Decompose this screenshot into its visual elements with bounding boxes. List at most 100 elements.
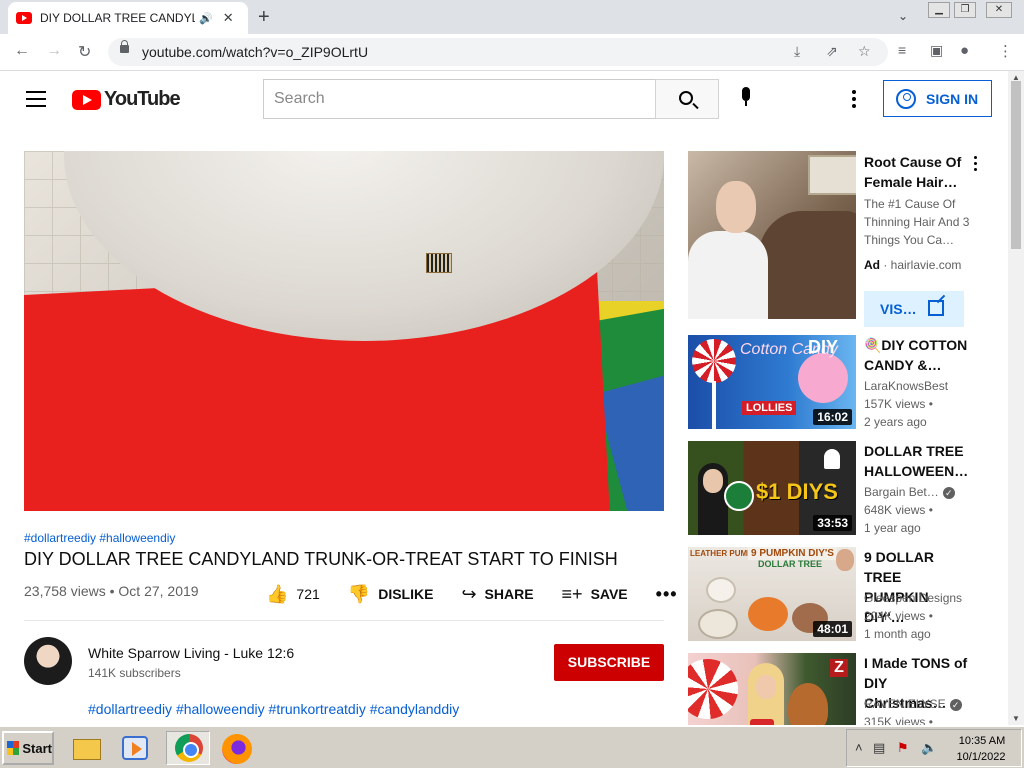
minimize-window-icon[interactable]: ▁ xyxy=(928,2,950,18)
video-player[interactable] xyxy=(24,151,664,511)
lock-icon[interactable] xyxy=(120,40,129,53)
recommended-video-channel[interactable]: Gleespen Designs xyxy=(864,591,962,605)
thumbs-up-icon: 👍 xyxy=(266,583,289,604)
url-text[interactable]: youtube.com/watch?v=o_ZIP9OLrtU xyxy=(142,44,368,60)
chrome-taskbar-icon[interactable] xyxy=(166,731,210,765)
new-tab-icon[interactable]: + xyxy=(258,6,270,29)
clock-date[interactable]: 10/1/2022 xyxy=(951,751,1011,763)
recommended-video[interactable]: LEATHER PUMPKIN 9 PUMPKIN DIY'S DOLLAR T… xyxy=(688,547,988,641)
channel-avatar[interactable] xyxy=(24,637,72,685)
bookmark-star-icon[interactable]: ☆ xyxy=(858,43,871,60)
ad-source: Ad · hairlavie.com xyxy=(864,258,962,272)
microphone-icon[interactable] xyxy=(740,87,752,111)
scroll-down-arrow-icon[interactable]: ▼ xyxy=(1012,714,1020,723)
chrome-menu-icon[interactable]: ⋮ xyxy=(998,42,1013,60)
restore-window-icon[interactable]: ❐ xyxy=(954,2,976,18)
verified-badge-icon: ✓ xyxy=(942,487,955,499)
save-button[interactable]: ≡+ SAVE xyxy=(562,584,628,605)
forward-icon[interactable]: → xyxy=(46,42,62,60)
sign-in-label: SIGN IN xyxy=(926,90,979,107)
start-button[interactable]: Start xyxy=(2,731,54,765)
install-icon[interactable]: ⤓ xyxy=(794,43,800,60)
video-title: DIY DOLLAR TREE CANDYLAND TRUNK-OR-TREAT… xyxy=(24,549,618,569)
clock-time[interactable]: 10:35 AM xyxy=(957,735,1007,747)
subscribe-button[interactable]: SUBSCRIBE xyxy=(554,644,664,681)
recommended-video-title[interactable]: 🍭DIY COTTON CANDY &… xyxy=(864,335,968,375)
youtube-logo[interactable]: YouTube xyxy=(72,88,181,111)
save-label: SAVE xyxy=(590,586,628,602)
channel-name-text: RAVEN ELYSE xyxy=(864,697,946,711)
dislike-button[interactable]: 👎 DISLIKE xyxy=(348,584,434,605)
video-thumbnail[interactable]: Cotton Candy DIY LOLLIES 16:02 xyxy=(688,335,856,429)
speaker-icon[interactable]: 🔊 xyxy=(199,12,213,25)
ad-thumbnail[interactable] xyxy=(688,151,856,319)
tab-search-chevron-icon[interactable]: ⌄ xyxy=(898,9,908,23)
playlist-add-icon: ≡+ xyxy=(561,583,583,604)
recommended-video-channel[interactable]: LaraKnowsBest xyxy=(864,379,948,393)
recommended-video[interactable]: Z I Made TONS of DIY Christmas… RAVEN EL… xyxy=(688,653,988,725)
account-icon xyxy=(896,88,916,109)
video-thumbnail[interactable]: LEATHER PUMPKIN 9 PUMPKIN DIY'S DOLLAR T… xyxy=(688,547,856,641)
share-page-icon[interactable]: ⇗ xyxy=(826,43,838,60)
recommended-video[interactable]: $1 DIYS 33:53 DOLLAR TREE HALLOWEEN… Bar… xyxy=(688,441,988,535)
youtube-header: YouTube Search SIGN IN xyxy=(0,71,1008,127)
show-hidden-icons-icon[interactable]: ˄ xyxy=(855,740,863,755)
visit-site-label: VIS… xyxy=(880,301,917,317)
reload-icon[interactable]: ↻ xyxy=(78,42,91,62)
close-tab-icon[interactable]: ✕ xyxy=(223,10,234,26)
more-actions-button[interactable]: ••• xyxy=(656,584,678,605)
search-icon xyxy=(679,91,693,105)
video-hashtags[interactable]: #dollartreediy #halloweendiy xyxy=(24,531,175,545)
like-button[interactable]: 👍 721 xyxy=(266,584,320,605)
channel-name-text: Bargain Bet… xyxy=(864,485,939,499)
firefox-icon[interactable] xyxy=(220,732,254,764)
video-thumbnail[interactable]: Z xyxy=(688,653,856,725)
windows-logo-icon xyxy=(7,741,20,755)
media-controls-icon[interactable]: ≡ xyxy=(898,42,906,58)
external-link-icon xyxy=(928,300,944,316)
thumbnail-diy-text: DIY xyxy=(808,337,839,357)
ad-title[interactable]: Root Cause Of Female Hair… xyxy=(864,152,968,192)
sign-in-button[interactable]: SIGN IN xyxy=(883,80,992,117)
share-label: SHARE xyxy=(484,586,534,602)
address-bar[interactable]: youtube.com/watch?v=o_ZIP9OLrtU ⤓ ⇗ ☆ xyxy=(108,38,888,66)
recommended-video-views: 157K views • xyxy=(864,397,933,411)
volume-icon[interactable]: 🔈 xyxy=(921,740,937,756)
windows-taskbar: Start ˄ ▤ ⚑ 🔈 10:35 AM 10/1/2022 xyxy=(0,725,1024,768)
search-input[interactable]: Search xyxy=(263,79,656,119)
channel-name[interactable]: White Sparrow Living - Luke 12:6 xyxy=(88,645,294,661)
share-button[interactable]: ↪ SHARE xyxy=(461,584,533,605)
page-scrollbar[interactable]: ▲ ▼ xyxy=(1008,71,1024,725)
recommended-video-age: 1 year ago xyxy=(864,521,921,535)
media-player-icon[interactable] xyxy=(118,732,152,764)
recommended-video-views: 315K views • xyxy=(864,715,933,725)
recommended-video-views: 648K views • xyxy=(864,503,933,517)
thumbnail-sub-text: DOLLAR TREE xyxy=(758,559,822,569)
close-window-icon[interactable]: ✕ xyxy=(986,2,1012,18)
description-hashtags[interactable]: #dollartreediy #halloweendiy #trunkortre… xyxy=(88,701,459,717)
security-alert-icon[interactable]: ⚑ xyxy=(897,740,909,756)
thumbnail-lollies-text: LOLLIES xyxy=(742,401,797,415)
settings-kebab-icon[interactable] xyxy=(852,90,856,111)
video-actions: 👍 721 👎 DISLIKE ↪ SHARE ≡+ SAVE ••• xyxy=(266,583,706,605)
side-panel-icon[interactable]: ▣ xyxy=(930,42,943,59)
recommended-video-channel[interactable]: RAVEN ELYSE ✓ xyxy=(864,697,962,711)
video-duration: 33:53 xyxy=(813,515,852,531)
thumbnail-text: Z xyxy=(830,659,848,677)
scrollbar-thumb[interactable] xyxy=(1011,81,1021,249)
video-thumbnail[interactable]: $1 DIYS 33:53 xyxy=(688,441,856,535)
video-duration: 16:02 xyxy=(813,409,852,425)
ad-menu-kebab-icon[interactable] xyxy=(974,156,978,174)
network-icon[interactable]: ▤ xyxy=(873,740,885,756)
file-explorer-icon[interactable] xyxy=(70,732,104,764)
recommended-video-views: 204K views • xyxy=(864,609,933,623)
back-icon[interactable]: ← xyxy=(14,42,30,60)
visit-site-button[interactable]: VIS… xyxy=(864,291,964,327)
recommended-video[interactable]: Cotton Candy DIY LOLLIES 16:02 🍭DIY COTT… xyxy=(688,335,988,429)
profile-icon[interactable]: ● xyxy=(960,42,969,59)
browser-tab[interactable]: DIY DOLLAR TREE CANDYLAND 🔊 ✕ xyxy=(8,2,248,34)
recommended-video-title[interactable]: DOLLAR TREE HALLOWEEN… xyxy=(864,441,968,481)
hamburger-menu-icon[interactable] xyxy=(26,91,46,107)
recommended-video-channel[interactable]: Bargain Bet… ✓ xyxy=(864,485,955,499)
search-button[interactable] xyxy=(655,79,719,119)
